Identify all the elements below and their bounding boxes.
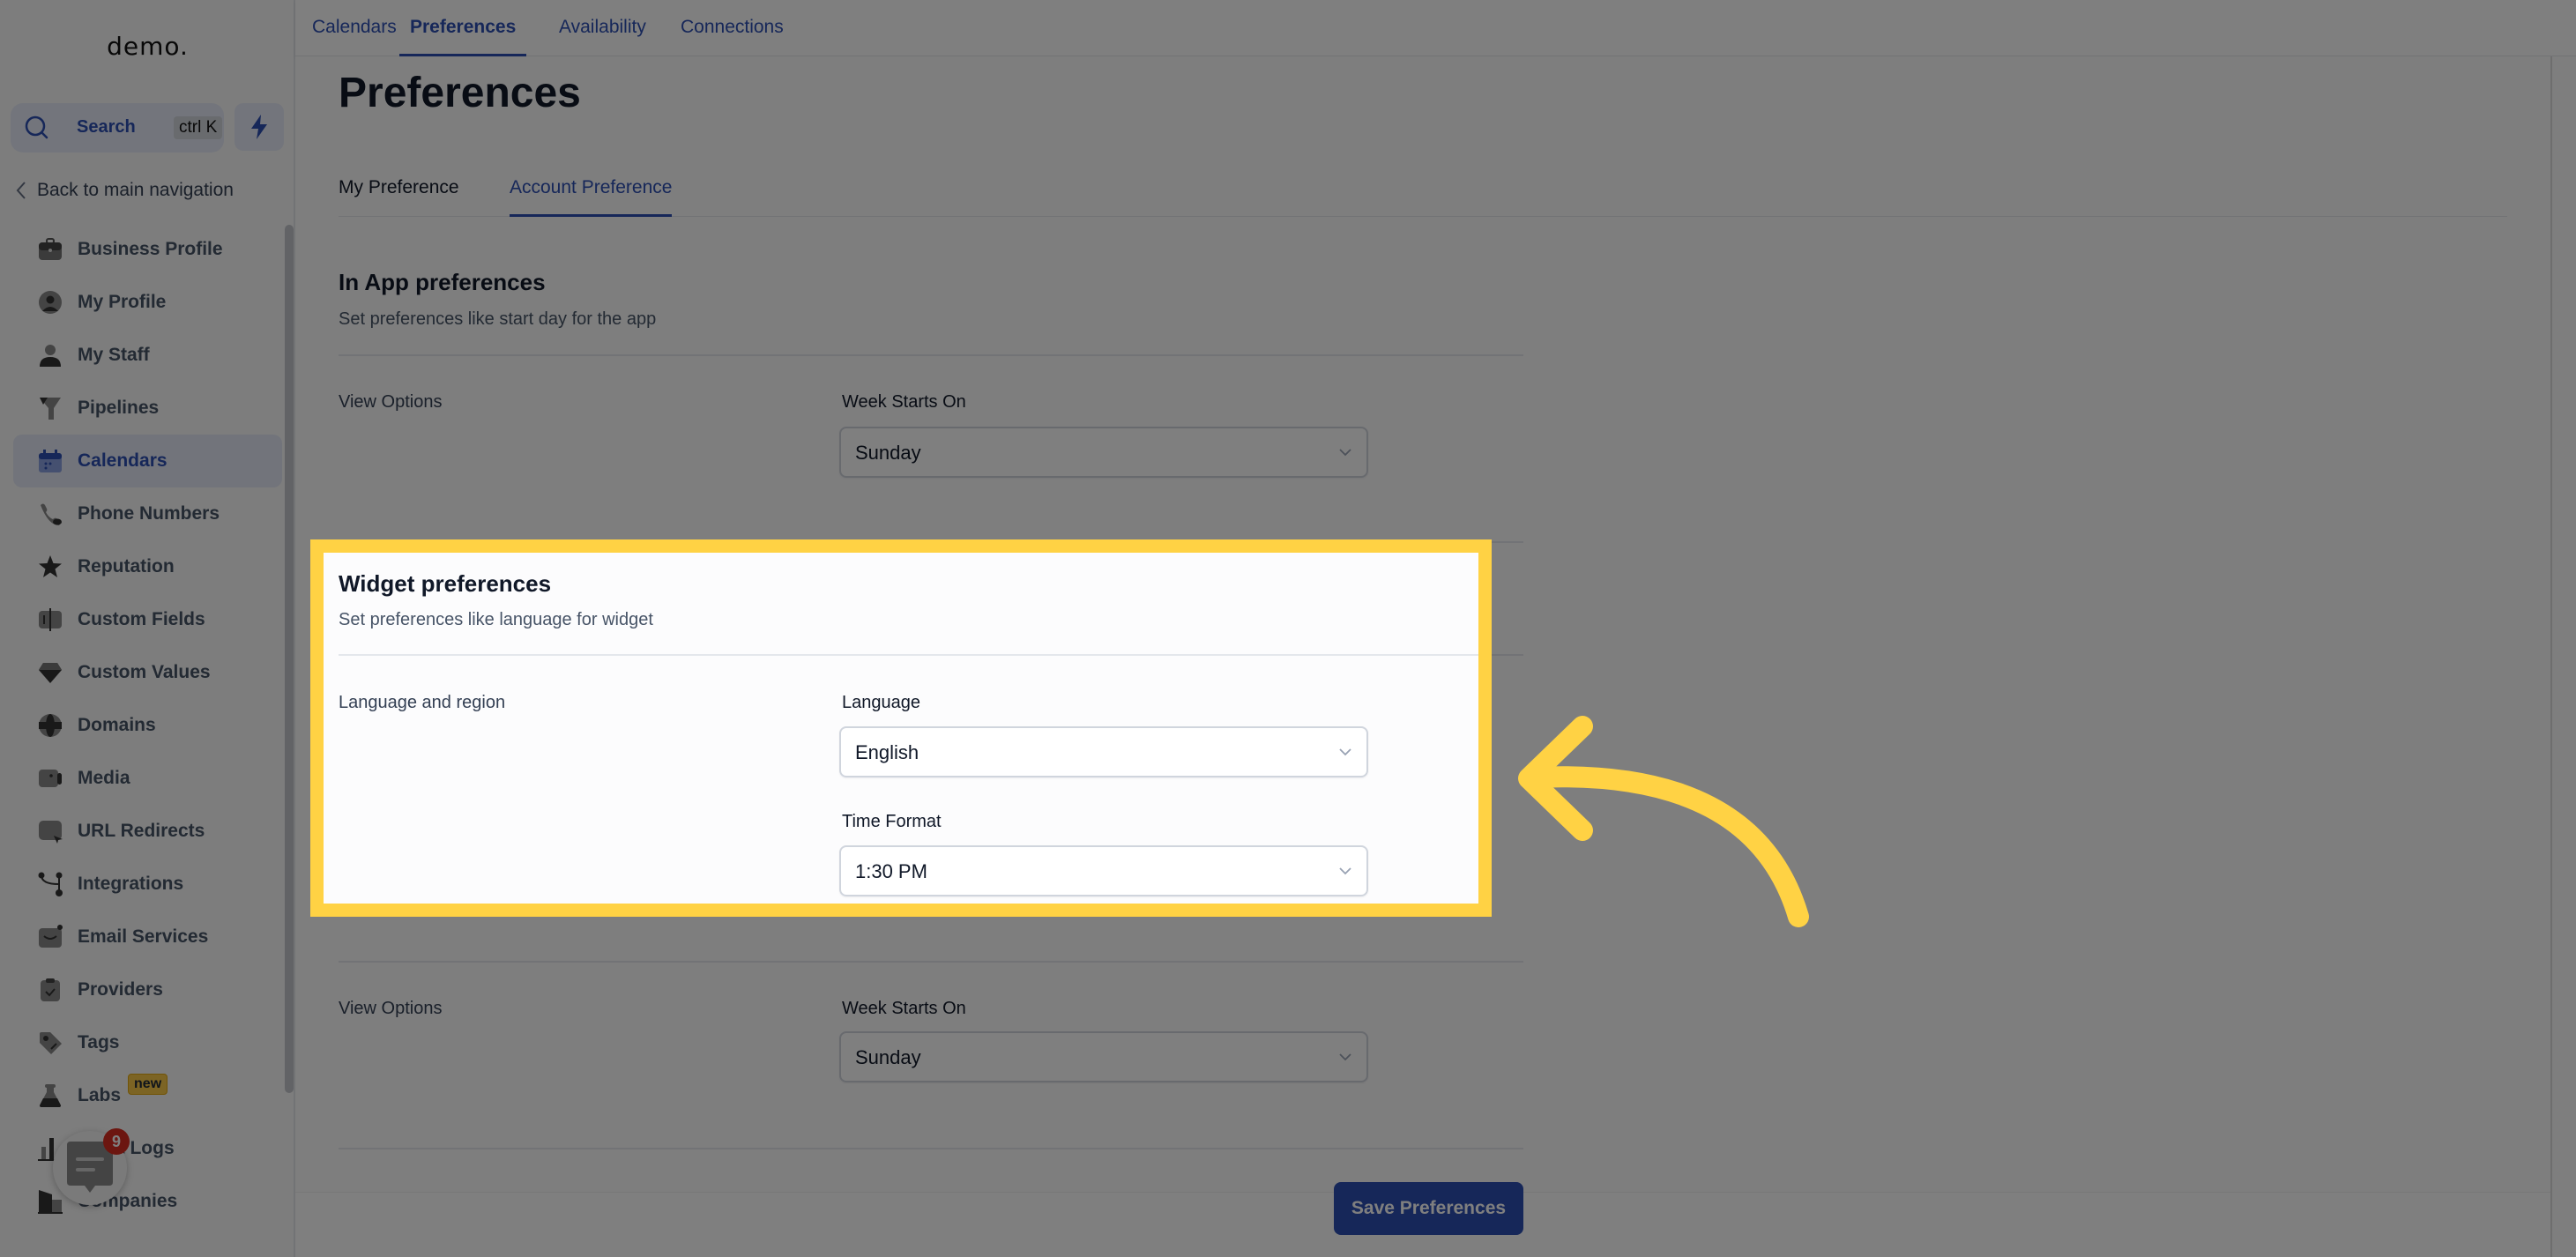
dim-overlay xyxy=(0,0,2576,553)
pointer-arrow-icon xyxy=(1518,716,1809,927)
dim-overlay xyxy=(0,553,324,905)
dim-overlay xyxy=(0,905,2576,1257)
highlight-frame xyxy=(310,539,1492,917)
